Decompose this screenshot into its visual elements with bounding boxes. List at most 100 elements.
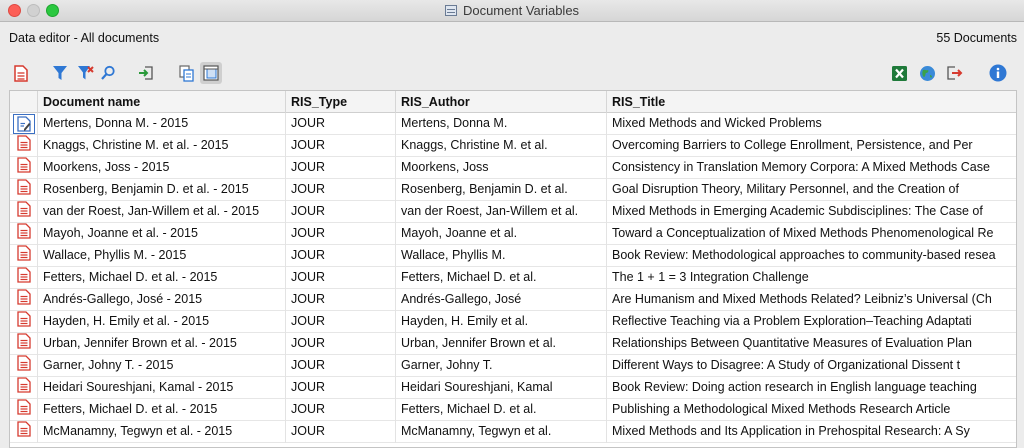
- table-row[interactable]: Hayden, H. Emily et al. - 2015 JOUR Hayden…: [10, 311, 1016, 333]
- table-row[interactable]: Mertens, Donna M. - 2015 JOUR Mertens, Don…: [10, 113, 1016, 135]
- row-document-cell[interactable]: [10, 201, 38, 223]
- cell-document-name[interactable]: Mayoh, Joanne et al. - 2015: [38, 223, 286, 245]
- row-document-cell[interactable]: [10, 289, 38, 311]
- cell-document-name[interactable]: Hayden, H. Emily et al. - 2015: [38, 311, 286, 333]
- table-row[interactable]: Moorkens, Joss - 2015 JOUR Moorkens, Joss C…: [10, 157, 1016, 179]
- copy-icon[interactable]: [176, 62, 198, 84]
- cell-ris-author[interactable]: van der Roest, Jan-Willem et al.: [396, 201, 607, 223]
- cell-document-name[interactable]: McManamny, Tegwyn et al. - 2015: [38, 421, 286, 443]
- filter-icon[interactable]: [49, 62, 71, 84]
- cell-ris-type[interactable]: JOUR: [286, 399, 396, 421]
- row-document-cell[interactable]: [10, 355, 38, 377]
- table-row[interactable]: van der Roest, Jan-Willem et al. - 2015 J…: [10, 201, 1016, 223]
- row-document-cell[interactable]: [10, 399, 38, 421]
- export-icon[interactable]: [943, 62, 965, 84]
- cell-ris-title[interactable]: Book Review: Doing action research in En…: [607, 377, 1016, 399]
- cell-document-name[interactable]: Mertens, Donna M. - 2015: [38, 113, 286, 135]
- table-row[interactable]: McManamny, Tegwyn et al. - 2015 JOUR McMan…: [10, 421, 1016, 443]
- cell-ris-type[interactable]: JOUR: [286, 311, 396, 333]
- cell-ris-author[interactable]: Heidari Soureshjani, Kamal: [396, 377, 607, 399]
- cell-ris-type[interactable]: JOUR: [286, 135, 396, 157]
- row-document-cell[interactable]: [10, 179, 38, 201]
- column-header-ris-title[interactable]: RIS_Title: [607, 91, 1016, 113]
- cell-ris-author[interactable]: Rosenberg, Benjamin D. et al.: [396, 179, 607, 201]
- header-icon-column[interactable]: [10, 91, 38, 113]
- cell-ris-title[interactable]: Goal Disruption Theory, Military Personn…: [607, 179, 1016, 201]
- cell-ris-title[interactable]: Book Review: Methodological approaches t…: [607, 245, 1016, 267]
- cell-ris-author[interactable]: Garner, Johny T.: [396, 355, 607, 377]
- cell-document-name[interactable]: Wallace, Phyllis M. - 2015: [38, 245, 286, 267]
- row-document-cell[interactable]: [10, 333, 38, 355]
- globe-icon[interactable]: [916, 62, 938, 84]
- cell-document-name[interactable]: Andrés-Gallego, José - 2015: [38, 289, 286, 311]
- table-row[interactable]: Heidari Soureshjani, Kamal - 2015 JOUR Hei…: [10, 377, 1016, 399]
- cell-document-name[interactable]: Rosenberg, Benjamin D. et al. - 2015: [38, 179, 286, 201]
- row-document-cell[interactable]: [10, 245, 38, 267]
- cell-ris-title[interactable]: Different Ways to Disagree: A Study of O…: [607, 355, 1016, 377]
- row-document-cell[interactable]: [10, 223, 38, 245]
- row-document-cell[interactable]: [10, 113, 38, 135]
- cell-ris-title[interactable]: Reflective Teaching via a Problem Explor…: [607, 311, 1016, 333]
- table-row[interactable]: Wallace, Phyllis M. - 2015 JOUR Wallace, P…: [10, 245, 1016, 267]
- cell-ris-author[interactable]: Fetters, Michael D. et al.: [396, 399, 607, 421]
- row-document-cell[interactable]: [10, 135, 38, 157]
- cell-ris-title[interactable]: Consistency in Translation Memory Corpor…: [607, 157, 1016, 179]
- cell-ris-type[interactable]: JOUR: [286, 157, 396, 179]
- cell-ris-title[interactable]: The 1 + 1 = 3 Integration Challenge: [607, 267, 1016, 289]
- cell-ris-author[interactable]: Moorkens, Joss: [396, 157, 607, 179]
- cell-ris-type[interactable]: JOUR: [286, 179, 396, 201]
- cell-ris-title[interactable]: Are Humanism and Mixed Methods Related? …: [607, 289, 1016, 311]
- column-header-ris-type[interactable]: RIS_Type: [286, 91, 396, 113]
- cell-ris-title[interactable]: Mixed Methods and Wicked Problems: [607, 113, 1016, 135]
- table-row[interactable]: Fetters, Michael D. et al. - 2015 JOUR Fet…: [10, 267, 1016, 289]
- table-row[interactable]: Urban, Jennifer Brown et al. - 2015 JOUR U…: [10, 333, 1016, 355]
- table-row[interactable]: Fetters, Michael D. et al. - 2015 JOUR Fet…: [10, 399, 1016, 421]
- cell-document-name[interactable]: Fetters, Michael D. et al. - 2015: [38, 399, 286, 421]
- cell-ris-author[interactable]: Urban, Jennifer Brown et al.: [396, 333, 607, 355]
- cell-ris-author[interactable]: Mayoh, Joanne et al.: [396, 223, 607, 245]
- row-document-cell[interactable]: [10, 311, 38, 333]
- info-icon[interactable]: [987, 62, 1009, 84]
- cell-ris-author[interactable]: McManamny, Tegwyn et al.: [396, 421, 607, 443]
- cell-ris-author[interactable]: Wallace, Phyllis M.: [396, 245, 607, 267]
- cell-ris-title[interactable]: Relationships Between Quantitative Measu…: [607, 333, 1016, 355]
- cell-ris-type[interactable]: JOUR: [286, 201, 396, 223]
- cell-ris-author[interactable]: Hayden, H. Emily et al.: [396, 311, 607, 333]
- cell-document-name[interactable]: Heidari Soureshjani, Kamal - 2015: [38, 377, 286, 399]
- filter-remove-icon[interactable]: [74, 62, 96, 84]
- cell-ris-title[interactable]: Mixed Methods in Emerging Academic Subdi…: [607, 201, 1016, 223]
- row-document-cell[interactable]: [10, 377, 38, 399]
- row-document-cell[interactable]: [10, 267, 38, 289]
- cell-ris-type[interactable]: JOUR: [286, 289, 396, 311]
- edit-document-icon[interactable]: [12, 114, 35, 134]
- document-red-icon[interactable]: [10, 62, 32, 84]
- cell-ris-type[interactable]: JOUR: [286, 421, 396, 443]
- row-document-cell[interactable]: [10, 157, 38, 179]
- cell-ris-author[interactable]: Fetters, Michael D. et al.: [396, 267, 607, 289]
- view-toggle-icon[interactable]: [200, 62, 222, 84]
- cell-ris-type[interactable]: JOUR: [286, 223, 396, 245]
- row-document-cell[interactable]: [10, 421, 38, 443]
- cell-document-name[interactable]: Fetters, Michael D. et al. - 2015: [38, 267, 286, 289]
- search-icon[interactable]: [97, 62, 119, 84]
- table-row[interactable]: Garner, Johny T. - 2015 JOUR Garner, Johny…: [10, 355, 1016, 377]
- cell-document-name[interactable]: Moorkens, Joss - 2015: [38, 157, 286, 179]
- import-icon[interactable]: [135, 62, 157, 84]
- cell-ris-type[interactable]: JOUR: [286, 333, 396, 355]
- cell-ris-title[interactable]: Mixed Methods and Its Application in Pre…: [607, 421, 1016, 443]
- cell-document-name[interactable]: van der Roest, Jan-Willem et al. - 2015: [38, 201, 286, 223]
- cell-ris-type[interactable]: JOUR: [286, 355, 396, 377]
- cell-ris-author[interactable]: Andrés-Gallego, José: [396, 289, 607, 311]
- cell-ris-author[interactable]: Mertens, Donna M.: [396, 113, 607, 135]
- cell-ris-title[interactable]: Publishing a Methodological Mixed Method…: [607, 399, 1016, 421]
- excel-icon[interactable]: [888, 62, 910, 84]
- cell-ris-type[interactable]: JOUR: [286, 377, 396, 399]
- table-row[interactable]: Knaggs, Christine M. et al. - 2015 JOUR Kn…: [10, 135, 1016, 157]
- cell-document-name[interactable]: Urban, Jennifer Brown et al. - 2015: [38, 333, 286, 355]
- cell-document-name[interactable]: Garner, Johny T. - 2015: [38, 355, 286, 377]
- cell-ris-type[interactable]: JOUR: [286, 245, 396, 267]
- table-row[interactable]: Andrés-Gallego, José - 2015 JOUR Andrés-Ga…: [10, 289, 1016, 311]
- column-header-document-name[interactable]: Document name: [38, 91, 286, 113]
- cell-ris-type[interactable]: JOUR: [286, 267, 396, 289]
- column-header-ris-author[interactable]: RIS_Author: [396, 91, 607, 113]
